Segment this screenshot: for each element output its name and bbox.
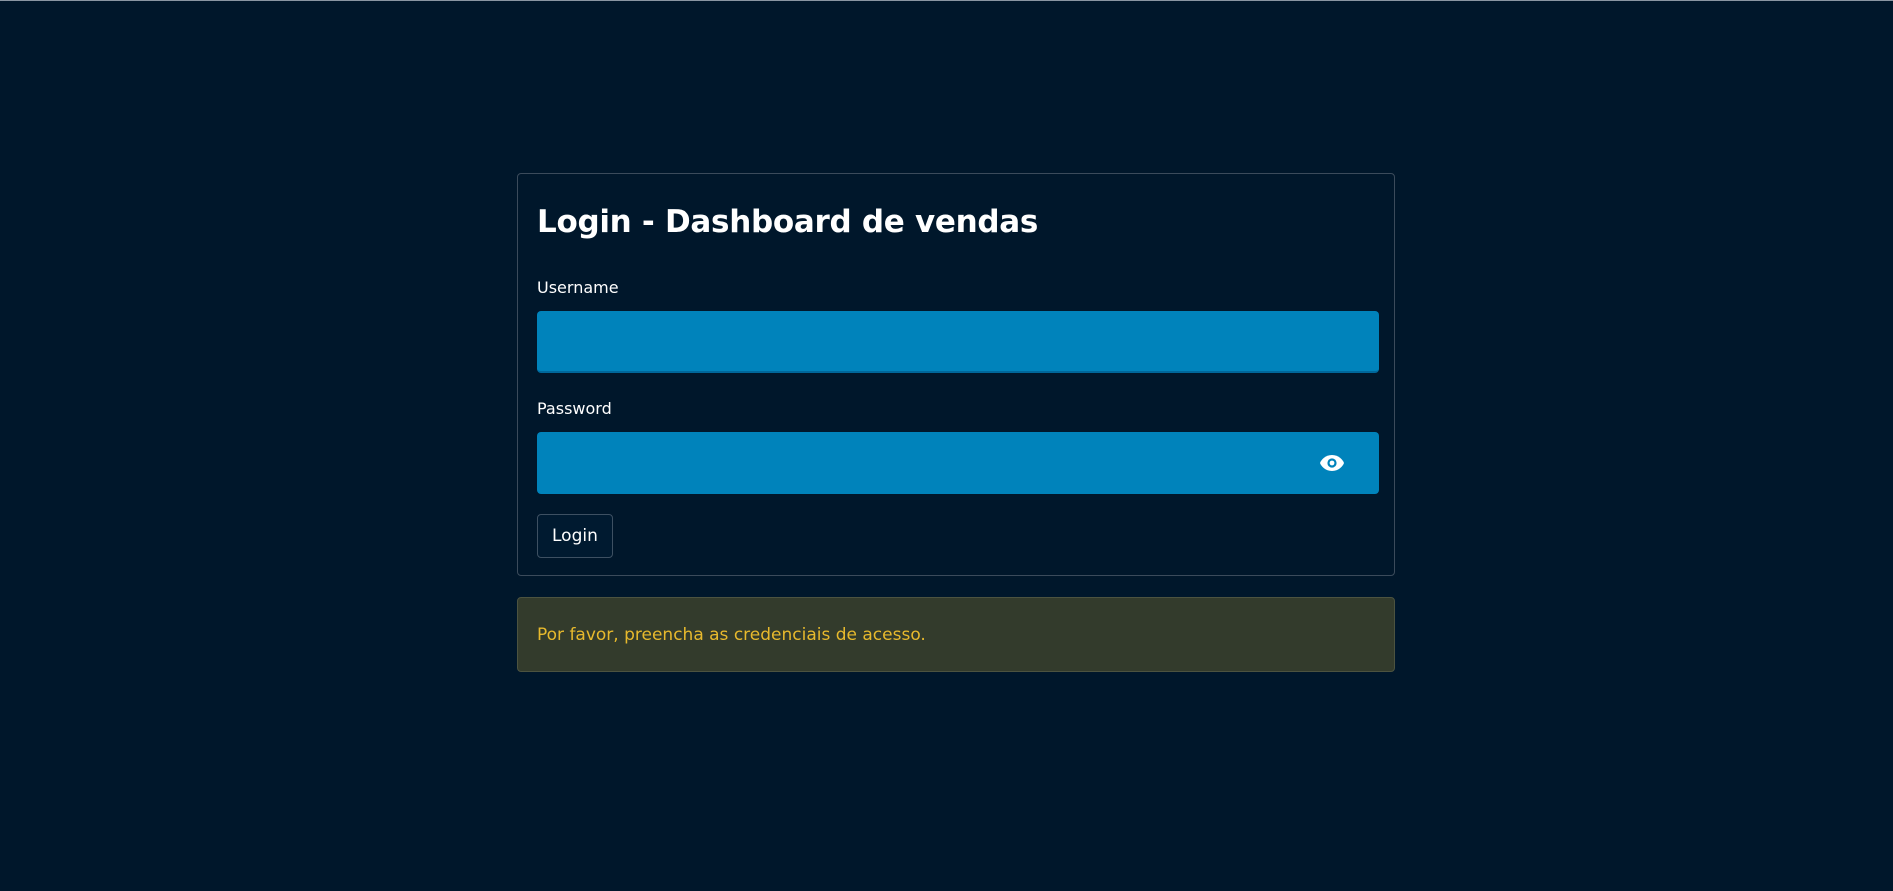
eye-icon [1320,455,1344,471]
show-password-toggle[interactable] [1317,450,1347,476]
top-divider [0,0,1893,1]
page-title: Login - Dashboard de vendas [537,204,1039,240]
password-label: Password [537,399,612,418]
username-label: Username [537,278,619,297]
alert-message: Por favor, preencha as credenciais de ac… [537,624,926,645]
password-input[interactable] [537,432,1379,494]
login-form: Login - Dashboard de vendas Username Pas… [517,173,1395,576]
login-button[interactable]: Login [537,514,613,558]
username-input[interactable] [537,311,1379,373]
warning-alert: Por favor, preencha as credenciais de ac… [517,597,1395,672]
